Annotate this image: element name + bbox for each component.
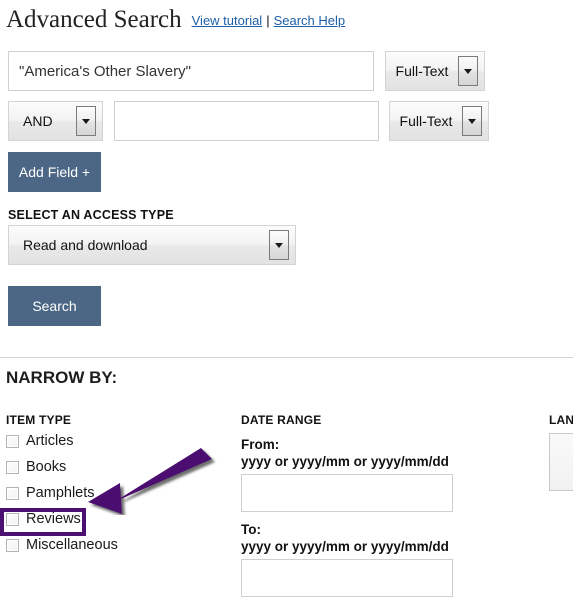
date-from-input[interactable]	[241, 474, 453, 512]
access-type-selected-value: Read and download	[23, 237, 148, 253]
item-type-option-miscellaneous[interactable]: Miscellaneous	[6, 533, 226, 557]
page-header: Advanced Search View tutorial | Search Hel…	[6, 6, 566, 38]
item-type-label-reviews: Reviews	[26, 511, 81, 527]
checkbox-books[interactable]	[6, 460, 19, 474]
search-button[interactable]: Search	[8, 286, 101, 326]
search-query-input-2[interactable]	[114, 101, 379, 141]
item-type-heading: ITEM TYPE	[6, 413, 72, 427]
search-help-link[interactable]: Search Help	[274, 13, 346, 28]
access-type-label: SELECT AN ACCESS TYPE	[8, 208, 174, 222]
field-type-select-2-label: Full-Text	[399, 113, 453, 129]
search-row-1: Full-Text	[8, 51, 485, 91]
field-type-select-1-label: Full-Text	[395, 63, 449, 79]
language-select[interactable]	[549, 433, 573, 491]
search-query-input-1[interactable]	[8, 51, 374, 91]
chevron-down-icon[interactable]	[458, 56, 478, 86]
checkbox-articles[interactable]	[6, 434, 19, 448]
narrow-by-heading: NARROW BY:	[6, 368, 118, 387]
item-type-label-books: Books	[26, 459, 67, 475]
field-type-select-2[interactable]: Full-Text	[389, 101, 489, 141]
chevron-down-icon[interactable]	[269, 230, 289, 260]
language-heading: LAN	[549, 413, 573, 427]
item-type-label-miscellaneous: Miscellaneous	[26, 537, 118, 553]
item-type-option-pamphlets[interactable]: Pamphlets	[6, 481, 226, 505]
date-from-format-hint: yyyy or yyyy/mm or yyyy/mm/dd	[241, 454, 449, 469]
date-to-input[interactable]	[241, 559, 453, 597]
date-to-format-hint: yyyy or yyyy/mm or yyyy/mm/dd	[241, 539, 449, 554]
boolean-operator-label: AND	[23, 113, 53, 129]
view-tutorial-link[interactable]: View tutorial	[192, 13, 263, 28]
section-divider	[0, 357, 573, 358]
language-facet: LAN	[549, 413, 573, 491]
item-type-option-books[interactable]: Books	[6, 455, 226, 479]
item-type-label-articles: Articles	[26, 433, 74, 449]
checkbox-miscellaneous[interactable]	[6, 538, 19, 552]
link-separator: |	[266, 13, 270, 28]
field-type-select-1[interactable]: Full-Text	[385, 51, 485, 91]
item-type-facet: ITEM TYPE Articles Books Pamphlets Revie…	[6, 413, 226, 557]
chevron-down-icon[interactable]	[76, 106, 96, 136]
access-type-select[interactable]: Read and download	[8, 225, 296, 265]
header-links: View tutorial | Search Help	[192, 13, 346, 28]
date-to-label: To:	[241, 522, 261, 537]
search-row-2: AND Full-Text	[8, 101, 489, 141]
page-title: Advanced Search	[6, 6, 182, 33]
date-range-facet: DATE RANGE From: yyyy or yyyy/mm or yyyy…	[241, 413, 471, 597]
date-from-label: From:	[241, 437, 280, 452]
add-field-button[interactable]: Add Field +	[8, 152, 101, 192]
chevron-down-icon[interactable]	[462, 106, 482, 136]
item-type-label-pamphlets: Pamphlets	[26, 485, 95, 501]
item-type-option-reviews[interactable]: Reviews	[6, 507, 226, 531]
boolean-operator-select[interactable]: AND	[8, 101, 103, 141]
checkbox-pamphlets[interactable]	[6, 486, 19, 500]
item-type-option-articles[interactable]: Articles	[6, 429, 226, 453]
checkbox-reviews[interactable]	[6, 512, 19, 526]
date-range-heading: DATE RANGE	[241, 413, 322, 427]
